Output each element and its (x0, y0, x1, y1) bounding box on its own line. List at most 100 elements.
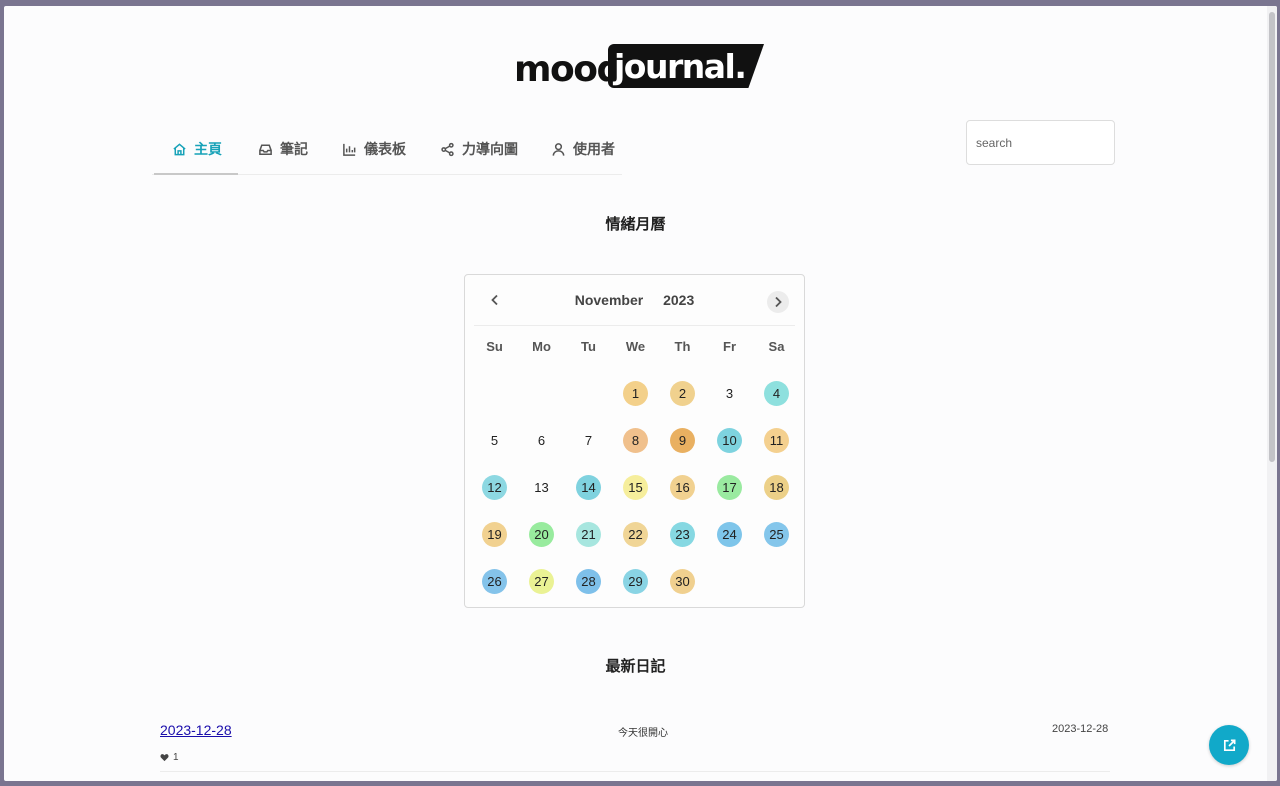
calendar-year[interactable]: 2023 (663, 292, 694, 308)
calendar-cell: 19 (471, 511, 518, 558)
calendar-day[interactable]: 12 (482, 475, 507, 500)
calendar-day[interactable]: 14 (576, 475, 601, 500)
calendar-cell: 24 (706, 511, 753, 558)
page-scrollbar[interactable] (1267, 6, 1277, 781)
nav-item-force-graph[interactable]: 力導向圖 (440, 124, 518, 174)
calendar-cell: 6 (518, 417, 565, 464)
nav-item-home[interactable]: 主頁 (154, 124, 238, 175)
calendar-cell: 9 (659, 417, 706, 464)
calendar-day[interactable]: 8 (623, 428, 648, 453)
entry-likes[interactable]: 1 (160, 752, 179, 763)
calendar-day[interactable]: 19 (482, 522, 507, 547)
external-link-button[interactable] (1209, 725, 1249, 765)
calendar-day[interactable]: 17 (717, 475, 742, 500)
calendar-cell: 17 (706, 464, 753, 511)
nav-label-dashboard: 儀表板 (364, 141, 406, 157)
browser-viewport: mood journal. 主頁 筆記 儀表板 力導向圖 使用者 情緒月曆 (4, 6, 1277, 781)
calendar-cell: 23 (659, 511, 706, 558)
external-link-icon (1223, 739, 1235, 751)
calendar-day[interactable]: 7 (576, 428, 601, 453)
calendar-day[interactable]: 1 (623, 381, 648, 406)
calendar-cell (518, 370, 565, 417)
calendar-cell: 26 (471, 558, 518, 605)
calendar-day[interactable]: 29 (623, 569, 648, 594)
calendar-day[interactable]: 27 (529, 569, 554, 594)
chevron-right-icon (775, 296, 782, 308)
calendar-day[interactable]: 15 (623, 475, 648, 500)
calendar-cell: 4 (753, 370, 800, 417)
calendar-cell: 30 (659, 558, 706, 605)
main-nav: 主頁 筆記 儀表板 力導向圖 使用者 (152, 124, 622, 175)
calendar-day[interactable]: 3 (717, 381, 742, 406)
user-icon (552, 142, 565, 156)
entry-date: 2023-12-28 (1052, 723, 1109, 735)
calendar-day[interactable]: 11 (764, 428, 789, 453)
nav-item-notes[interactable]: 筆記 (258, 124, 308, 174)
nav-label-force-graph: 力導向圖 (462, 141, 518, 157)
calendar-day[interactable]: 16 (670, 475, 695, 500)
calendar-day[interactable]: 25 (764, 522, 789, 547)
calendar-day[interactable]: 9 (670, 428, 695, 453)
nav-item-users[interactable]: 使用者 (551, 124, 615, 174)
calendar-day[interactable]: 2 (670, 381, 695, 406)
weekday-label: Th (674, 339, 691, 354)
nav-label-home: 主頁 (194, 141, 222, 157)
calendar-day[interactable]: 4 (764, 381, 789, 406)
search-input[interactable] (966, 120, 1115, 165)
calendar-cell: 3 (706, 370, 753, 417)
calendar-cell: 8 (612, 417, 659, 464)
calendar-month-year: November 2023 (474, 292, 795, 308)
calendar-cell: 21 (565, 511, 612, 558)
next-month-button[interactable] (767, 291, 789, 313)
calendar-day[interactable]: 18 (764, 475, 789, 500)
calendar-day[interactable]: 21 (576, 522, 601, 547)
mood-calendar: November 2023 Su Mo Tu We Th Fr Sa 1 2 3 4 5 6 7 8 9 10… (464, 274, 805, 608)
calendar-cell: 27 (518, 558, 565, 605)
calendar-day[interactable]: 22 (623, 522, 648, 547)
calendar-cell (565, 370, 612, 417)
calendar-cell: 2 (659, 370, 706, 417)
weekday-label: Sa (768, 339, 785, 354)
calendar-cell: 11 (753, 417, 800, 464)
calendar-cell: 28 (565, 558, 612, 605)
calendar-day[interactable]: 26 (482, 569, 507, 594)
bar-chart-icon (343, 143, 356, 156)
calendar-day[interactable]: 10 (717, 428, 742, 453)
calendar-cell (753, 558, 800, 605)
calendar-day[interactable]: 13 (529, 475, 554, 500)
calendar-week-row: 12 13 14 15 16 17 18 (471, 464, 800, 511)
calendar-cell: 7 (565, 417, 612, 464)
calendar-cell: 1 (612, 370, 659, 417)
calendar-day[interactable]: 6 (529, 428, 554, 453)
nav-label-users: 使用者 (573, 141, 615, 157)
weekday-label: Su (486, 339, 503, 354)
calendar-day[interactable]: 5 (482, 428, 507, 453)
inbox-icon (259, 144, 272, 155)
scrollbar-thumb[interactable] (1269, 12, 1275, 462)
nav-item-dashboard[interactable]: 儀表板 (342, 124, 406, 174)
calendar-week-row: 26 27 28 29 30 (471, 558, 800, 605)
calendar-day[interactable]: 28 (576, 569, 601, 594)
heart-icon (160, 754, 169, 762)
calendar-day[interactable]: 24 (717, 522, 742, 547)
entry-title-link[interactable]: 2023-12-28 (160, 722, 232, 738)
calendar-header: November 2023 (474, 275, 795, 326)
calendar-cell: 22 (612, 511, 659, 558)
nav-label-notes: 筆記 (280, 141, 308, 157)
calendar-day[interactable]: 30 (670, 569, 695, 594)
logo-text-mood: mood (514, 49, 622, 90)
calendar-day[interactable]: 23 (670, 522, 695, 547)
calendar-month[interactable]: November (575, 292, 643, 308)
weekday-header-row: Su Mo Tu We Th Fr Sa (471, 339, 800, 354)
mood-journal-logo[interactable]: mood journal. (514, 44, 764, 96)
calendar-cell: 25 (753, 511, 800, 558)
calendar-cell (706, 558, 753, 605)
calendar-cell: 13 (518, 464, 565, 511)
calendar-cell: 29 (612, 558, 659, 605)
calendar-week-row: 19 20 21 22 23 24 25 (471, 511, 800, 558)
calendar-cell: 5 (471, 417, 518, 464)
calendar-section-title: 情緒月曆 (605, 216, 666, 233)
calendar-day[interactable]: 20 (529, 522, 554, 547)
weekday-label: Mo (532, 339, 551, 354)
weekday-label: We (625, 339, 646, 354)
